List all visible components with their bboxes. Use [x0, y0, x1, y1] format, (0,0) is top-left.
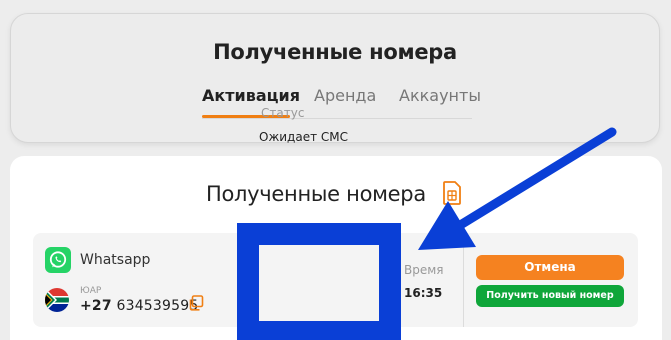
cancel-button[interactable]: Отмена [476, 255, 624, 280]
tabs: Активация Аренда Аккаунты [11, 86, 659, 126]
status-highlight-frame [237, 223, 401, 340]
column-divider [463, 233, 464, 327]
phone-digits: 634539595 [116, 298, 199, 314]
phone-prefix: +27 [80, 298, 112, 314]
south-africa-flag [45, 288, 69, 312]
tab-rent[interactable]: Аренда [314, 86, 376, 105]
tab-activation[interactable]: Активация [202, 86, 300, 105]
sim-card-icon[interactable] [443, 181, 461, 205]
phone-number[interactable]: +27 634539595 [80, 298, 198, 314]
time-value: 16:35 [404, 286, 443, 300]
time-label: Время [404, 263, 444, 277]
country-name: ЮАР [80, 286, 102, 296]
service-name: Whatsapp [80, 252, 151, 268]
received-numbers-header-card: Полученные номера Активация Аренда Аккау… [10, 13, 660, 143]
status-label: Статус [261, 106, 305, 120]
tab-accounts[interactable]: Аккаунты [399, 86, 481, 105]
whatsapp-icon [45, 247, 71, 273]
page-title: Полученные номера [213, 40, 457, 64]
copy-icon[interactable] [188, 295, 204, 311]
section-title: Полученные номера [206, 182, 426, 206]
status-value: Ожидает СМС [259, 130, 349, 144]
get-new-number-button[interactable]: Получить новый номер [476, 285, 624, 307]
tab-divider [202, 118, 472, 119]
